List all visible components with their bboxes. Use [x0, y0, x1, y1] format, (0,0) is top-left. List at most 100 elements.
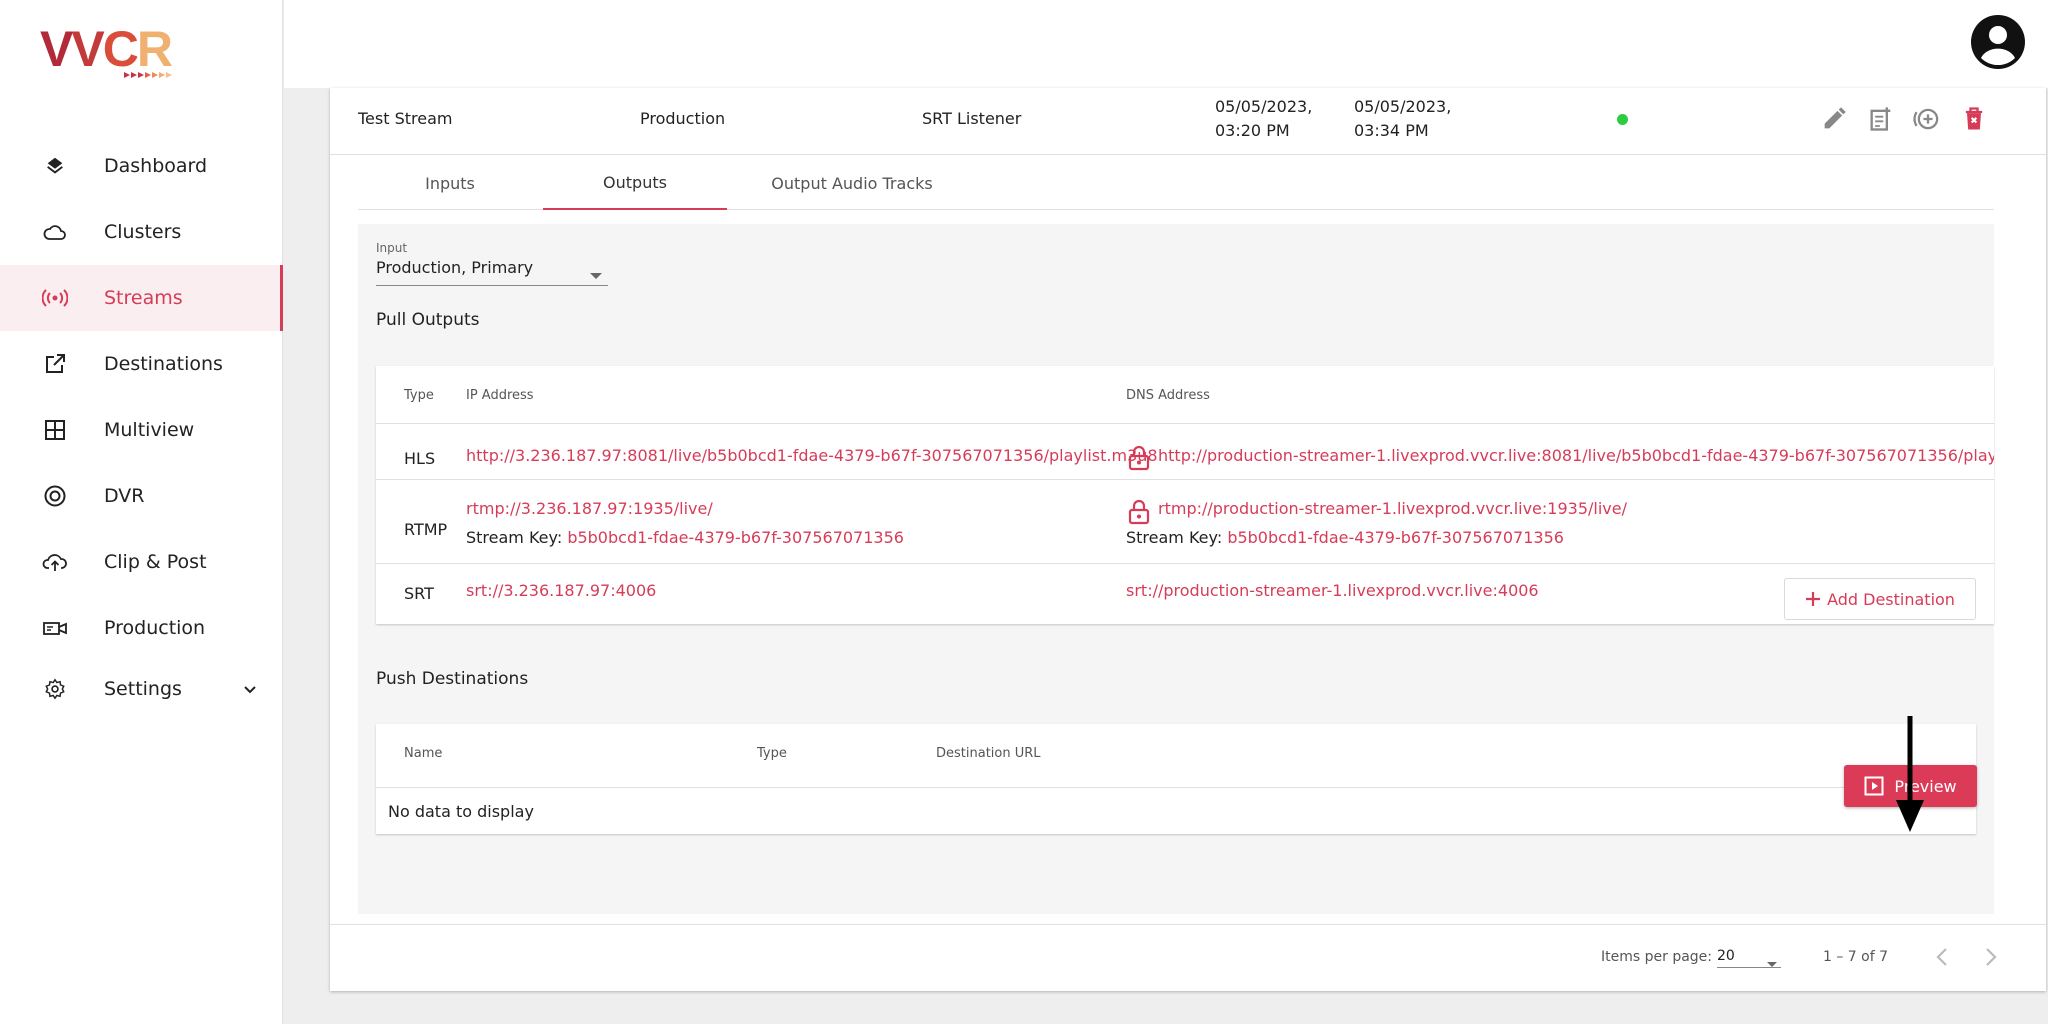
sidebar-item-dvr[interactable]: DVR [0, 463, 283, 529]
tab-output-audio-tracks[interactable]: Output Audio Tracks [730, 156, 974, 210]
pull-outputs-title: Pull Outputs [376, 310, 480, 330]
table-divider [376, 787, 1976, 788]
sidebar: VVCR Dashboard Clusters Streams Destinat… [0, 0, 283, 1024]
grid-icon [42, 417, 68, 443]
cloud-upload-icon [42, 549, 68, 575]
sidebar-item-label: Destinations [104, 353, 223, 375]
input-select[interactable]: Production, Primary [376, 258, 608, 286]
layers-icon [42, 153, 68, 179]
updated-time: 03:34 PM [1354, 121, 1429, 140]
table-divider [376, 423, 1994, 424]
stream-mode: SRT Listener [922, 109, 1022, 128]
chevron-down-icon[interactable] [242, 681, 258, 697]
sidebar-item-label: Streams [104, 287, 183, 309]
broadcast-icon [42, 285, 68, 311]
plus-icon [1805, 591, 1821, 607]
sidebar-item-label: DVR [104, 485, 145, 507]
stream-key-label: Stream Key: [466, 528, 563, 547]
sidebar-item-dashboard[interactable]: Dashboard [0, 133, 283, 199]
col-name-header: Name [404, 746, 443, 761]
empty-state-text: No data to display [388, 802, 534, 821]
lock-icon[interactable] [1128, 445, 1150, 471]
stream-type: Production [640, 109, 726, 128]
delete-icon[interactable] [1960, 105, 1988, 133]
sidebar-item-production[interactable]: Production [0, 595, 283, 661]
sidebar-item-clip-post[interactable]: Clip & Post [0, 529, 283, 595]
sidebar-item-label: Multiview [104, 419, 195, 441]
gear-icon [42, 676, 68, 702]
play-square-icon [1864, 776, 1884, 796]
hls-dns-link[interactable]: http://production-streamer-1.livexprod.v… [1158, 446, 1994, 465]
row-type: HLS [404, 449, 436, 468]
rtmp-ip-link[interactable]: rtmp://3.236.187.97:1935/live/ [466, 499, 713, 518]
input-label: Input [376, 241, 408, 255]
add-destination-button[interactable]: Add Destination [1784, 578, 1976, 620]
stream-key-label: Stream Key: [1126, 528, 1223, 547]
created-date: 05/05/2023, [1215, 97, 1313, 116]
status-dot [1617, 114, 1628, 125]
table-divider [376, 479, 1994, 480]
record-icon [42, 483, 68, 509]
sidebar-item-settings[interactable]: Settings [0, 656, 283, 722]
push-destinations-title: Push Destinations [376, 669, 529, 689]
edit-icon[interactable] [1820, 105, 1848, 133]
tab-outputs[interactable]: Outputs [543, 156, 727, 210]
video-camera-icon [42, 615, 68, 641]
sidebar-item-destinations[interactable]: Destinations [0, 331, 283, 397]
items-per-page-value: 20 [1717, 948, 1735, 964]
push-destinations-table: Name Type Destination URL No data to dis… [376, 724, 1976, 834]
sidebar-item-label: Clip & Post [104, 551, 207, 573]
col-url-header: Destination URL [936, 746, 1041, 761]
rtmp-dns-stream-key: Stream Key: b5b0bcd1-fdae-4379-b67f-3075… [1126, 528, 1564, 547]
svg-text:VVCR: VVCR [40, 21, 173, 77]
row-divider [330, 154, 2046, 155]
col-ip-header: IP Address [466, 388, 534, 403]
rtmp-dns-link[interactable]: rtmp://production-streamer-1.livexprod.v… [1158, 499, 1627, 518]
detail-tabs: Inputs Outputs Output Audio Tracks [358, 156, 1994, 210]
sidebar-item-label: Clusters [104, 221, 182, 243]
pull-outputs-table: Type IP Address DNS Address HLS http://3… [376, 366, 1994, 624]
lock-icon[interactable] [1128, 499, 1150, 525]
dropdown-arrow-icon [1767, 953, 1777, 972]
stream-name[interactable]: Test Stream [358, 107, 452, 131]
clone-icon[interactable] [1867, 105, 1895, 133]
stream-key-value[interactable]: b5b0bcd1-fdae-4379-b67f-307567071356 [567, 528, 904, 547]
add-destination-label: Add Destination [1827, 589, 1955, 609]
sidebar-item-label: Dashboard [104, 155, 208, 177]
stream-key-value[interactable]: b5b0bcd1-fdae-4379-b67f-307567071356 [1227, 528, 1564, 547]
outputs-panel: Input Production, Primary Pull Outputs T… [358, 224, 1994, 914]
srt-ip-link[interactable]: srt://3.236.187.97:4006 [466, 581, 656, 600]
items-per-page-select[interactable]: 20 [1717, 944, 1781, 968]
col-type-header: Type [404, 388, 434, 403]
input-select-value: Production, Primary [376, 258, 534, 277]
sidebar-item-multiview[interactable]: Multiview [0, 397, 283, 463]
col-dns-header: DNS Address [1126, 388, 1210, 403]
stream-card: Test Stream Production SRT Listener 05/0… [330, 88, 2046, 991]
sidebar-item-streams[interactable]: Streams [0, 265, 283, 331]
srt-dns-link[interactable]: srt://production-streamer-1.livexprod.vv… [1126, 581, 1539, 600]
updated-date: 05/05/2023, [1354, 97, 1452, 116]
vvcr-logo[interactable]: VVCR [40, 18, 180, 88]
top-bar [284, 0, 2048, 88]
external-link-icon [42, 351, 68, 377]
sidebar-item-label: Settings [104, 678, 182, 700]
rtmp-ip-stream-key: Stream Key: b5b0bcd1-fdae-4379-b67f-3075… [466, 528, 904, 547]
account-avatar-icon[interactable] [1970, 14, 2026, 70]
col-type-header: Type [757, 746, 787, 761]
pager-range: 1 – 7 of 7 [1823, 949, 1889, 965]
tab-inputs[interactable]: Inputs [358, 156, 542, 210]
cloud-icon [42, 219, 68, 245]
hls-ip-link[interactable]: http://3.236.187.97:8081/live/b5b0bcd1-f… [466, 446, 1158, 465]
next-page-icon[interactable] [1981, 946, 1999, 972]
sidebar-item-label: Production [104, 617, 206, 639]
previous-page-icon[interactable] [1934, 946, 1952, 972]
table-divider [376, 563, 1994, 564]
pager-divider [330, 924, 2046, 925]
add-circle-icon[interactable] [1912, 105, 1940, 133]
sidebar-item-clusters[interactable]: Clusters [0, 199, 283, 265]
items-per-page-label: Items per page: [1601, 949, 1713, 965]
created-time: 03:20 PM [1215, 121, 1290, 140]
annotation-arrow-icon [1894, 716, 1926, 838]
row-type: RTMP [404, 520, 448, 539]
row-type: SRT [404, 584, 434, 603]
